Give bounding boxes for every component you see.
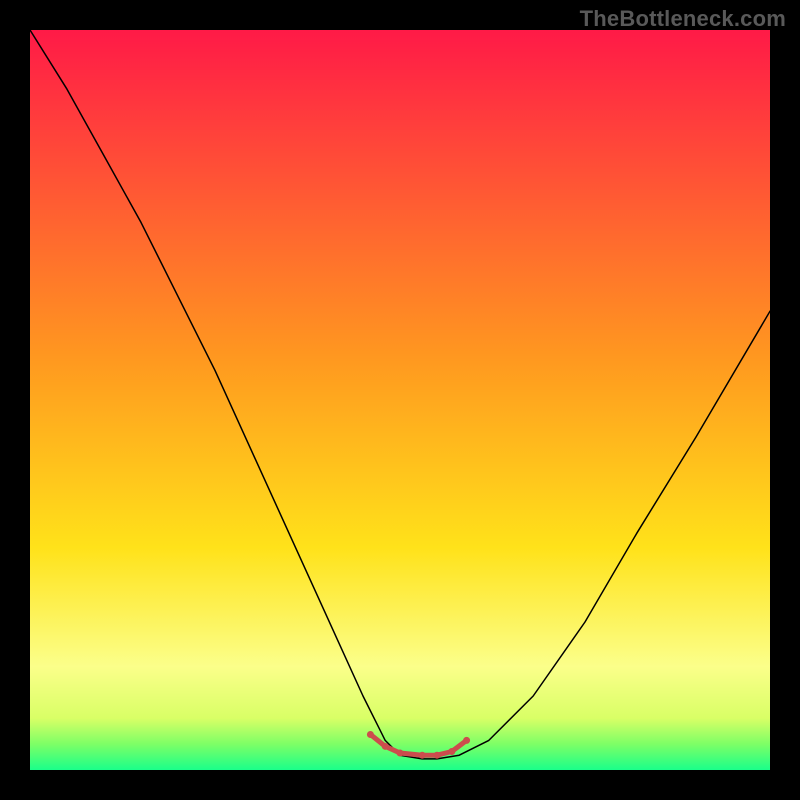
marker-optimal-zone-marker — [448, 748, 455, 755]
marker-optimal-zone-marker — [382, 743, 389, 750]
gradient-background — [30, 30, 770, 770]
chart-svg — [30, 30, 770, 770]
watermark-text: TheBottleneck.com — [580, 6, 786, 32]
chart-frame: TheBottleneck.com — [0, 0, 800, 800]
plot-area — [30, 30, 770, 770]
marker-optimal-zone-marker — [419, 752, 426, 759]
marker-optimal-zone-marker — [434, 752, 441, 759]
marker-optimal-zone-marker — [397, 749, 404, 756]
marker-optimal-zone-marker — [463, 737, 470, 744]
marker-optimal-zone-marker — [367, 731, 374, 738]
